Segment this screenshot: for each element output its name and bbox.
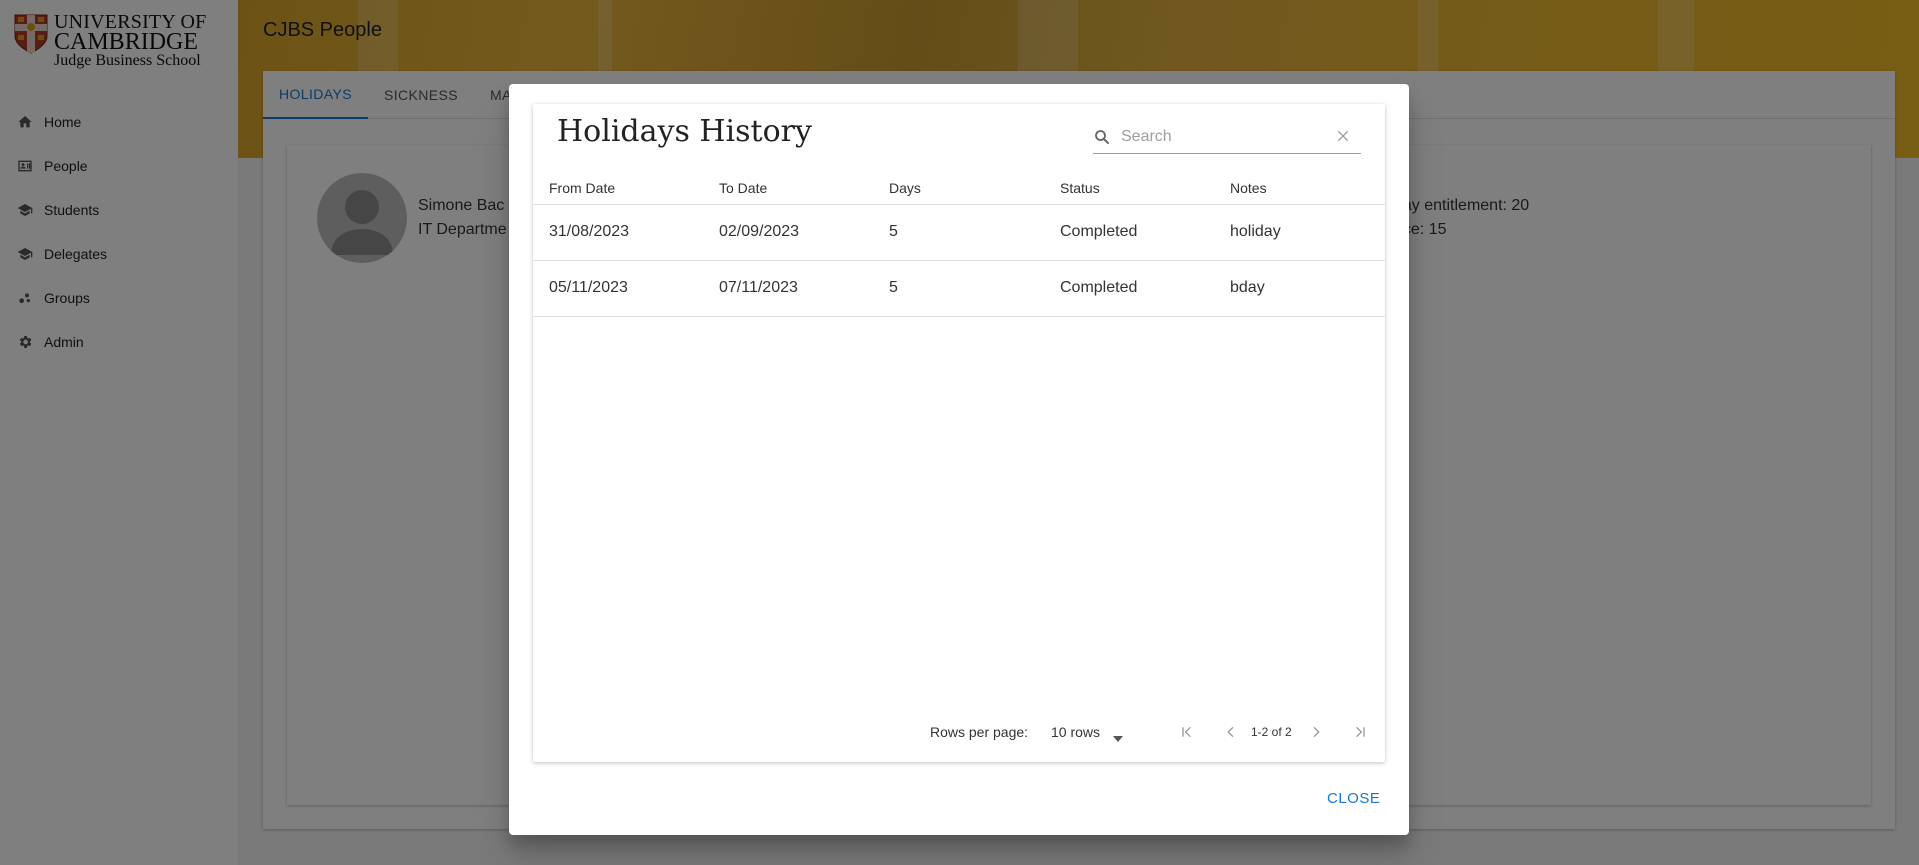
table-row[interactable]: 31/08/2023 02/09/2023 5 Completed holida…: [533, 205, 1385, 261]
first-page-icon: [1182, 726, 1191, 738]
cell-notes: bday: [1230, 279, 1265, 296]
cell-from-date: 31/08/2023: [549, 223, 630, 240]
rows-per-page-select[interactable]: 10 rows: [1051, 724, 1123, 742]
last-page-button[interactable]: [1348, 720, 1372, 744]
column-header[interactable]: Status: [1060, 180, 1100, 196]
column-header[interactable]: Notes: [1230, 180, 1267, 196]
first-page-button[interactable]: [1175, 720, 1199, 744]
chevron-left-icon: [1227, 726, 1234, 738]
cell-status: Completed: [1060, 279, 1138, 296]
cell-status: Completed: [1060, 223, 1138, 240]
page-count: 1-2 of 2: [1251, 725, 1292, 739]
search-input[interactable]: [1121, 124, 1321, 150]
pagination: Rows per page: 10 rows 1-2 of 2: [533, 712, 1385, 752]
cell-notes: holiday: [1230, 223, 1281, 240]
search-field: [1093, 120, 1361, 154]
rows-per-page-label: Rows per page:: [930, 724, 1029, 740]
table-row[interactable]: 05/11/2023 07/11/2023 5 Completed bday: [533, 261, 1385, 317]
chevron-right-icon: [1313, 726, 1320, 738]
table-header: From Date To Date Days Status Notes: [533, 166, 1385, 205]
cell-to-date: 07/11/2023: [719, 279, 798, 296]
dialog-title: Holidays History: [557, 114, 812, 149]
column-header[interactable]: From Date: [549, 180, 615, 196]
clear-icon[interactable]: [1335, 128, 1351, 149]
rows-per-page-value: 10 rows: [1051, 724, 1101, 740]
chevron-down-icon: [1113, 729, 1123, 745]
holidays-history-dialog: Holidays History From Date To Date Days …: [509, 84, 1409, 835]
search-icon: [1093, 128, 1111, 151]
cell-days: 5: [889, 279, 898, 296]
close-button[interactable]: CLOSE: [1327, 790, 1380, 807]
column-header[interactable]: Days: [889, 180, 921, 196]
last-page-icon: [1356, 726, 1365, 738]
previous-page-button[interactable]: [1219, 720, 1243, 744]
next-page-button[interactable]: [1304, 720, 1328, 744]
history-table: Holidays History From Date To Date Days …: [533, 104, 1385, 762]
cell-days: 5: [889, 223, 898, 240]
cell-from-date: 05/11/2023: [549, 279, 628, 296]
column-header[interactable]: To Date: [719, 180, 767, 196]
cell-to-date: 02/09/2023: [719, 223, 800, 240]
